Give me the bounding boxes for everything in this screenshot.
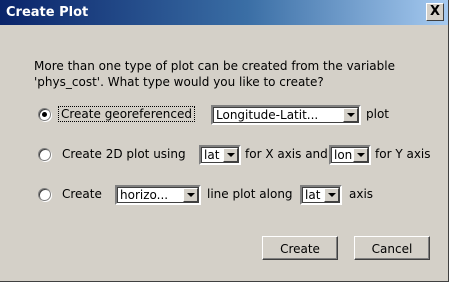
create-button[interactable]: Create xyxy=(262,236,338,260)
title-bar[interactable]: Create Plot X xyxy=(0,0,448,26)
x-axis-combo-value: lat xyxy=(204,148,220,162)
option-georeferenced-suffix: plot xyxy=(366,107,389,121)
chevron-down-icon[interactable] xyxy=(324,188,339,202)
prompt-line-1: More than one type of plot can be create… xyxy=(34,59,395,73)
line-axis-caption: axis xyxy=(349,187,374,201)
option-line-plot: Create horizo... line plot along lat axi… xyxy=(38,185,438,205)
line-plot-caption: line plot along xyxy=(207,187,293,201)
projection-combo-value: Longitude-Latit... xyxy=(216,108,319,122)
option-georeferenced: Create georeferenced Longitude-Latit... … xyxy=(38,105,438,125)
line-axis-combo[interactable]: lat xyxy=(300,185,342,205)
radio-line-plot[interactable] xyxy=(38,188,51,201)
y-axis-combo-value: lon xyxy=(334,148,353,162)
cancel-button[interactable]: Cancel xyxy=(354,236,430,260)
radio-georeferenced[interactable] xyxy=(38,108,51,121)
y-axis-combo[interactable]: lon xyxy=(329,145,371,165)
x-axis-combo[interactable]: lat xyxy=(199,145,241,165)
radio-2d-plot[interactable] xyxy=(38,148,51,161)
option-line-plot-label[interactable]: Create xyxy=(62,187,102,201)
option-georeferenced-label[interactable]: Create georeferenced xyxy=(58,106,195,122)
prompt-text: More than one type of plot can be create… xyxy=(34,58,434,90)
line-orientation-combo-value: horizo... xyxy=(120,188,169,202)
chevron-down-icon[interactable] xyxy=(353,148,368,162)
line-orientation-combo[interactable]: horizo... xyxy=(115,185,201,205)
prompt-line-2: 'phys_cost'. What type would you like to… xyxy=(34,75,324,89)
window-title: Create Plot xyxy=(6,5,89,20)
chevron-down-icon[interactable] xyxy=(223,148,238,162)
projection-combo[interactable]: Longitude-Latit... xyxy=(211,105,361,125)
option-2d-plot-label[interactable]: Create 2D plot using xyxy=(62,147,186,161)
chevron-down-icon[interactable] xyxy=(343,108,358,122)
option-2d-plot: Create 2D plot using lat for X axis and … xyxy=(38,145,448,165)
create-plot-dialog: Create Plot X More than one type of plot… xyxy=(0,0,449,282)
chevron-down-icon[interactable] xyxy=(183,188,198,202)
line-axis-combo-value: lat xyxy=(305,188,321,202)
y-axis-caption: for Y axis xyxy=(375,147,431,161)
close-button[interactable]: X xyxy=(426,3,444,21)
x-axis-caption: for X axis and xyxy=(245,147,328,161)
